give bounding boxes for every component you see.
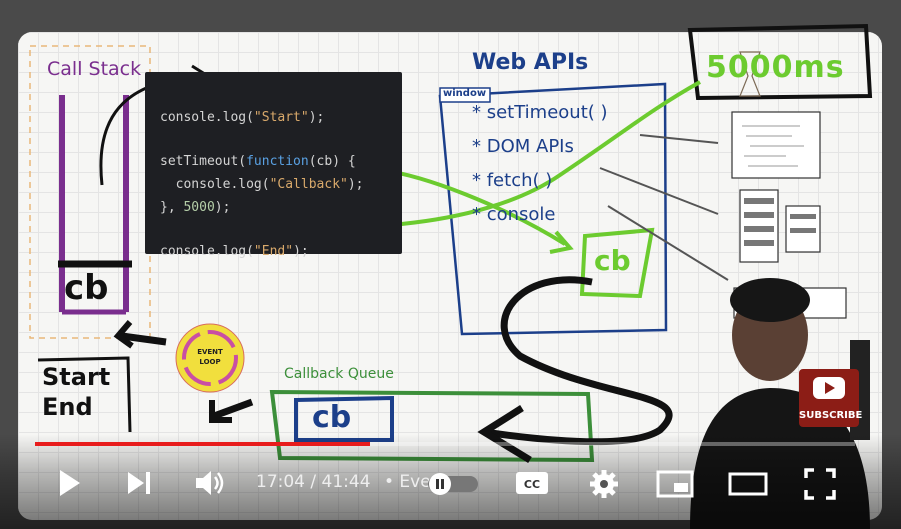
- timer-label: 5000ms: [706, 50, 845, 85]
- code-token: );: [308, 110, 325, 125]
- code-token: );: [347, 177, 364, 192]
- fullscreen-icon[interactable]: [804, 468, 836, 500]
- code-token: "End": [253, 244, 294, 259]
- web-api-dom: * DOM APIs: [472, 136, 574, 157]
- subscribe-watermark[interactable]: SUBSCRIBE: [799, 369, 863, 427]
- code-token: 5000: [183, 200, 215, 215]
- progress-played: [35, 442, 371, 446]
- code-token: ) {: [332, 154, 356, 169]
- call-stack-label: Call Stack: [47, 58, 142, 80]
- svg-text:CC: CC: [524, 478, 540, 491]
- fetch-arrow: [599, 167, 719, 215]
- code-token: },: [160, 200, 184, 215]
- code-line-5: console.log("End");: [160, 244, 309, 259]
- code-line-1: console.log("Start");: [160, 110, 324, 125]
- autoplay-toggle[interactable]: [426, 472, 480, 496]
- settings-icon[interactable]: [588, 468, 620, 500]
- code-token: );: [293, 244, 309, 259]
- dom-arrow: [639, 134, 719, 144]
- captions-icon[interactable]: CC: [514, 470, 550, 496]
- presenter-hair: [730, 278, 810, 322]
- play-icon[interactable]: [56, 468, 84, 498]
- event-loop-label-line2: LOOP: [199, 358, 221, 366]
- code-token: setTimeout(: [160, 154, 247, 169]
- web-api-settimeout: * setTimeout( ): [472, 102, 608, 123]
- dom-panel: [731, 111, 821, 179]
- web-api-fetch: * fetch( ): [472, 170, 553, 191]
- code-token: function: [246, 154, 309, 169]
- code-token: (: [308, 154, 317, 169]
- progress-bar[interactable]: [35, 442, 855, 446]
- chapter-title[interactable]: • Eve: [384, 472, 431, 492]
- cb-box-label: cb: [594, 244, 631, 277]
- event-loop-label-line1: EVENT: [197, 348, 223, 356]
- code-token: console.log(: [160, 110, 254, 125]
- event-loop-label: EVENT LOOP: [186, 347, 234, 367]
- next-icon[interactable]: [126, 470, 154, 496]
- loop-arrow: [212, 398, 254, 420]
- subscribe-label: SUBSCRIBE: [799, 410, 863, 421]
- callback-queue-label: Callback Queue: [284, 366, 394, 382]
- queue-item-label: cb: [312, 400, 352, 435]
- miniplayer-icon[interactable]: [656, 470, 694, 498]
- code-snippet: console.log("Start"); setTimeout(functio…: [145, 72, 402, 259]
- code-line-2: setTimeout(function(cb) {: [160, 154, 356, 169]
- code-token: console.log(: [160, 244, 254, 259]
- code-token: cb: [316, 154, 333, 169]
- code-line-4: }, 5000);: [160, 200, 230, 215]
- time-display: 17:04 / 41:44: [256, 472, 371, 492]
- web-apis-label: Web APIs: [472, 50, 589, 75]
- web-api-console: * console: [472, 204, 556, 225]
- youtube-logo-icon: [813, 377, 845, 399]
- web-api-list: * setTimeout( ) * DOM APIs * fetch( ) * …: [472, 96, 608, 232]
- code-token: );: [214, 200, 231, 215]
- theater-icon[interactable]: [728, 472, 768, 496]
- code-token: "Callback": [269, 177, 348, 192]
- code-token: console.log(: [160, 177, 270, 192]
- code-line-3: console.log("Callback");: [160, 177, 364, 192]
- code-token: "Start": [253, 110, 309, 125]
- console-output-end: End: [42, 393, 93, 421]
- call-stack-item: cb: [64, 268, 109, 308]
- console-output-start: Start: [42, 363, 111, 391]
- volume-icon[interactable]: [194, 468, 228, 498]
- console-output: Start End: [42, 362, 110, 422]
